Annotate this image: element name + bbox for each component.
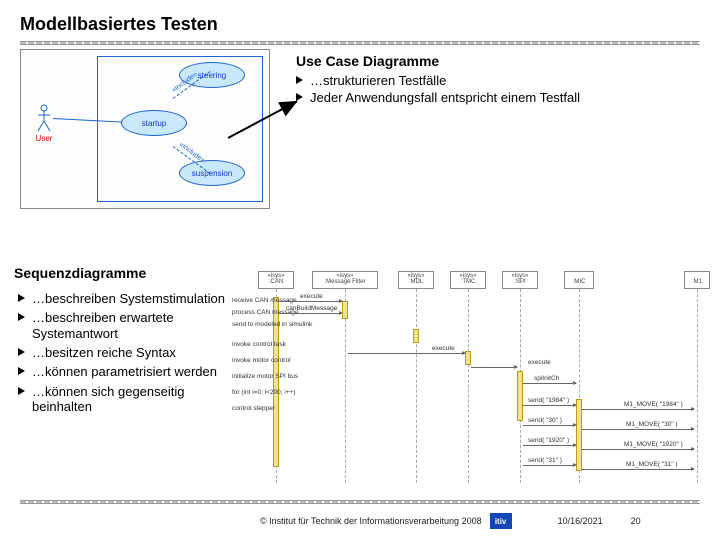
- usecase-bullets: …strukturieren Testfälle Jeder Anwendung…: [296, 73, 696, 106]
- self-msg: invoke control task: [232, 341, 286, 348]
- upper-region: User steering startup suspension «includ…: [0, 49, 720, 229]
- msg-arrow: [523, 465, 576, 466]
- msg-arrow: [582, 449, 694, 450]
- sequence-bullet: …besitzen reiche Syntax: [18, 345, 238, 360]
- msg-label: execute: [528, 359, 551, 366]
- lower-region: Sequenzdiagramme …beschreiben Systemstim…: [0, 265, 720, 495]
- actor-label: User: [36, 134, 53, 143]
- sequence-figure: «isys»:CAN «isys»:Message Filter «isys»:…: [236, 271, 714, 483]
- lifeline-mdl: «isys»:MDL: [398, 271, 434, 289]
- lifeline-msgfilter: «isys»:Message Filter: [312, 271, 378, 289]
- msg-label: spiInitCh: [534, 375, 559, 382]
- activation: [342, 301, 348, 319]
- usecase-suspension: suspension: [179, 160, 245, 186]
- msg-arrow: [523, 405, 576, 406]
- msg-label: send( "1920" ): [528, 437, 569, 444]
- activation: [517, 371, 523, 421]
- msg-label: execute: [300, 293, 323, 300]
- title-divider: [20, 41, 700, 45]
- lifeline-m1: :M1: [684, 271, 710, 289]
- usecase-bullet: …strukturieren Testfälle: [296, 73, 696, 88]
- lifeline-tmc: «isys»:TMC: [450, 271, 486, 289]
- msg-label: canBuildMessage: [286, 305, 337, 312]
- msg-arrow: [279, 301, 342, 302]
- footer-date: 10/16/2021: [558, 516, 603, 526]
- msg-label: M1_MOVE( "31" ): [626, 461, 678, 468]
- msg-arrow: [471, 367, 517, 368]
- sequence-bullets: …beschreiben Systemstimulation …beschrei…: [18, 291, 238, 418]
- msg-arrow: [582, 429, 694, 430]
- footer-copyright: © Institut für Technik der Informationsv…: [260, 516, 482, 526]
- slide-title: Modellbasiertes Testen: [0, 0, 720, 41]
- footer: © Institut für Technik der Informationsv…: [0, 510, 720, 532]
- msg-arrow: [523, 445, 576, 446]
- msg-label: send( "31" ): [528, 457, 562, 464]
- footer-logo: itiv: [490, 513, 512, 529]
- msg-label: execute: [432, 345, 455, 352]
- msg-arrow: [523, 383, 576, 384]
- msg-label: send( "30" ): [528, 417, 562, 424]
- actor-user: User: [31, 104, 57, 143]
- msg-arrow: [582, 409, 694, 410]
- sequence-bullet: …können parametrisiert werden: [18, 364, 238, 379]
- usecase-heading: Use Case Diagramme: [296, 53, 696, 69]
- msg-arrow: [582, 469, 694, 470]
- lifeline-mic: :MIC: [564, 271, 594, 289]
- sequence-bullet: …können sich gegenseitig beinhalten: [18, 384, 238, 415]
- activation: [413, 329, 419, 343]
- msg-arrow: [279, 313, 342, 314]
- sequence-bullet: …beschreiben Systemstimulation: [18, 291, 238, 306]
- msg-label: M1_MOVE( "1984" ): [624, 401, 683, 408]
- self-msg: control stepper: [232, 405, 275, 412]
- msg-arrow: [348, 353, 465, 354]
- sequence-bullet: …beschreiben erwartete Systemantwort: [18, 310, 238, 341]
- msg-arrow: [523, 425, 576, 426]
- msg-label: send( "1984" ): [528, 397, 569, 404]
- usecase-bullet: Jeder Anwendungsfall entspricht einem Te…: [296, 90, 696, 105]
- usecase-startup: startup: [121, 110, 187, 136]
- self-msg: send to modeled in simulink: [232, 321, 312, 328]
- msg-label: M1_MOVE( "30" ): [626, 421, 678, 428]
- lifeline-spi: «isys»:SPI: [502, 271, 538, 289]
- msg-label: M1_MOVE( "1920" ): [624, 441, 683, 448]
- self-msg: initialize motor SPI bus: [232, 373, 298, 380]
- self-msg: invoke motor control: [232, 357, 291, 364]
- footer-divider: [20, 500, 700, 504]
- lifeline-can: «isys»:CAN: [258, 271, 294, 289]
- usecase-text-block: Use Case Diagramme …strukturieren Testfä…: [296, 53, 696, 108]
- use-case-figure: User steering startup suspension «includ…: [20, 49, 270, 209]
- slide-number: 20: [631, 516, 641, 526]
- self-msg: for (int i=0; i<200; i++): [232, 389, 296, 396]
